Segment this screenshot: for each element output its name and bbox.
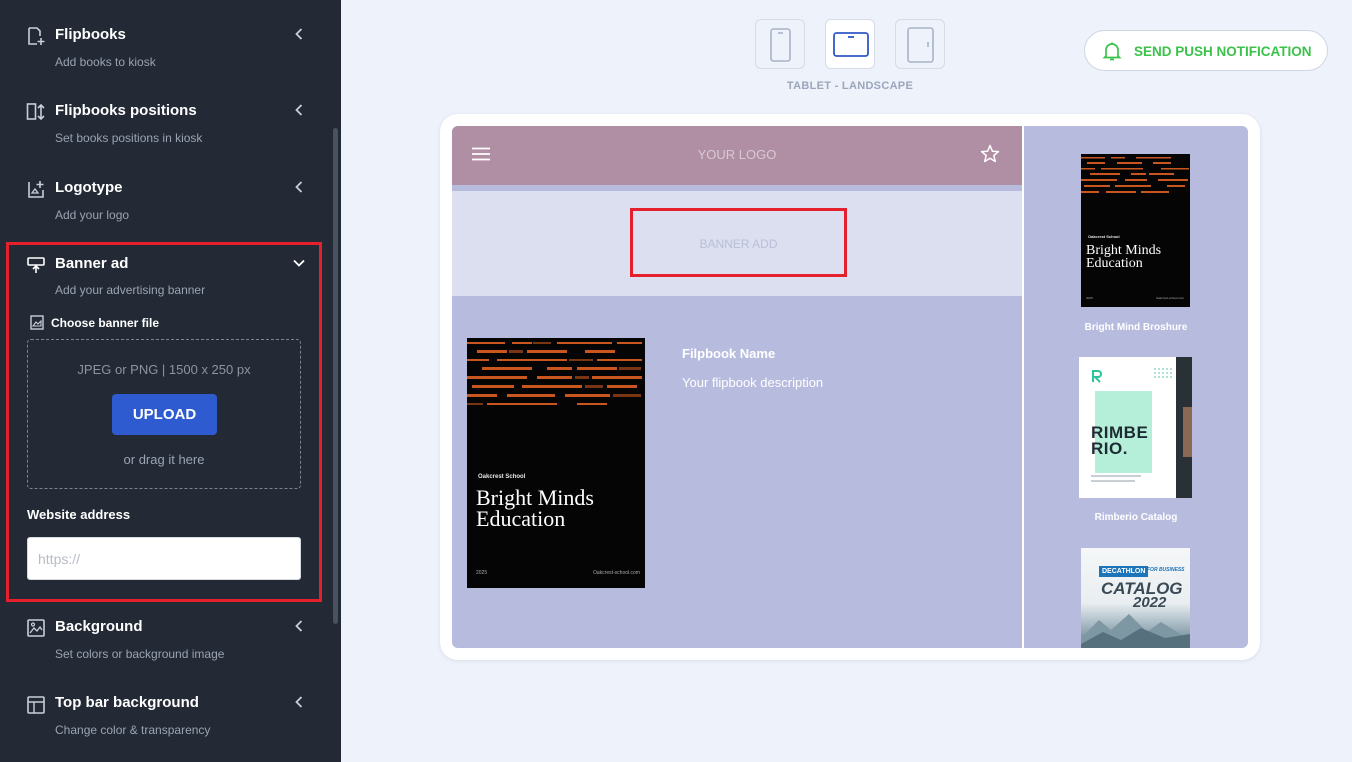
- cover-site: Oakcrest-school.com: [593, 570, 640, 576]
- cover-text-line: [1091, 480, 1135, 482]
- section-logotype[interactable]: Logotype Add your logo: [0, 158, 330, 238]
- cover-site: Oakcrest-school.com: [1156, 296, 1185, 300]
- cover-title-line2: RIO.: [1091, 439, 1128, 458]
- featured-book-cover[interactable]: Oakcrest School Bright Minds Education 2…: [467, 338, 645, 588]
- section-title: Top bar background: [55, 694, 199, 711]
- background-icon: [27, 619, 45, 637]
- settings-sidebar: Flipbooks Add books to kiosk Flipbooks p…: [0, 0, 341, 762]
- preview-top-bar: YOUR LOGO: [452, 126, 1022, 185]
- side-book-cover-3[interactable]: DECATHLON FOR BUSINESS CATALOG 2022: [1081, 548, 1190, 648]
- cover-mountains: [1081, 614, 1190, 648]
- section-title: Logotype: [55, 179, 123, 196]
- website-address-input[interactable]: [27, 537, 301, 580]
- choose-banner-label: Choose banner file: [51, 316, 160, 330]
- section-subtitle: Change color & transparency: [55, 723, 211, 737]
- section-flipbooks-positions[interactable]: Flipbooks positions Set books positions …: [0, 80, 330, 158]
- file-format-hint: JPEG or PNG | 1500 x 250 px: [77, 362, 251, 377]
- send-push-notification-button[interactable]: SEND PUSH NOTIFICATION: [1084, 30, 1328, 71]
- cover-year: 2025: [1086, 296, 1093, 300]
- device-tablet-landscape-button[interactable]: [825, 19, 875, 69]
- side-book-cover-2[interactable]: RIMBE RIO.: [1079, 357, 1192, 498]
- upload-button[interactable]: UPLOAD: [112, 394, 217, 435]
- phone-icon: [770, 28, 791, 62]
- cover-school: Oakcrest School: [1088, 234, 1120, 239]
- cover-dots: [1154, 368, 1172, 378]
- chevron-left-icon[interactable]: [292, 695, 306, 709]
- section-subtitle: Set books positions in kiosk: [55, 131, 203, 145]
- positions-icon: [26, 103, 45, 121]
- drag-hint: or drag it here: [123, 452, 205, 467]
- cover-school: Oakcrest School: [478, 474, 526, 480]
- side-book-cover-1[interactable]: Oakcrest School Bright Minds Education 2…: [1081, 154, 1190, 307]
- chevron-left-icon[interactable]: [292, 180, 306, 194]
- flipbooks-add-icon: [28, 27, 45, 45]
- logotype-icon: [28, 181, 44, 198]
- device-tablet-portrait-button[interactable]: [895, 19, 945, 69]
- cover-photo: [1183, 407, 1192, 457]
- cover-title-line2: Education: [1086, 256, 1143, 271]
- chevron-down-icon[interactable]: [292, 256, 306, 270]
- section-top-bar-background[interactable]: Top bar background Change color & transp…: [0, 680, 330, 762]
- star-icon: [980, 144, 1000, 163]
- top-bar-icon: [27, 696, 45, 714]
- chevron-left-icon[interactable]: [292, 27, 306, 41]
- section-title: Banner ad: [55, 255, 129, 272]
- section-subtitle: Add books to kiosk: [55, 55, 156, 69]
- preview-divider: [1022, 126, 1024, 648]
- device-mode-label: TABLET - LANDSCAPE: [786, 80, 914, 92]
- section-background[interactable]: Background Set colors or background imag…: [0, 602, 330, 680]
- featured-book-name: Filpbook Name: [682, 346, 776, 361]
- bell-icon: [1102, 42, 1122, 61]
- side-book-label-1: Bright Mind Broshure: [1084, 322, 1188, 333]
- website-address-label: Website address: [27, 507, 131, 522]
- kiosk-preview-screen: YOUR LOGO BANNER ADD Oakcrest School Bri…: [452, 126, 1248, 648]
- rimberio-logo-icon: [1092, 370, 1102, 383]
- section-subtitle: Add your logo: [55, 208, 130, 222]
- preview-logo-placeholder: YOUR LOGO: [697, 147, 777, 162]
- cover-text-line: [1091, 475, 1141, 477]
- featured-book-description: Your flipbook description: [682, 375, 824, 390]
- cover-pattern: [1081, 157, 1189, 193]
- cover-tag: FOR BUSINESS: [1147, 567, 1185, 573]
- side-book-label-2: Rimberio Catalog: [1094, 512, 1178, 523]
- section-title: Background: [55, 618, 143, 635]
- banner-ad-icon: [27, 257, 45, 273]
- section-subtitle: Set colors or background image: [55, 647, 225, 661]
- device-phone-button[interactable]: [755, 19, 805, 69]
- cover-brand: DECATHLON: [1099, 566, 1149, 577]
- cover-title-line2: Education: [476, 506, 566, 531]
- section-flipbooks[interactable]: Flipbooks Add books to kiosk: [0, 0, 330, 80]
- tablet-landscape-icon: [833, 32, 869, 57]
- sidebar-scrollbar[interactable]: [333, 128, 338, 624]
- section-title: Flipbooks positions: [55, 102, 197, 119]
- cover-pattern: [467, 342, 642, 405]
- banner-add-text: BANNER ADD: [699, 237, 778, 251]
- banner-add-placeholder: BANNER ADD: [630, 208, 847, 277]
- section-subtitle: Add your advertising banner: [55, 283, 206, 297]
- section-banner-ad[interactable]: Banner ad Add your advertising banner: [0, 245, 330, 301]
- section-title: Flipbooks: [55, 26, 126, 43]
- chevron-left-icon[interactable]: [292, 619, 306, 633]
- image-file-icon: [30, 315, 44, 330]
- banner-dropzone[interactable]: JPEG or PNG | 1500 x 250 px UPLOAD or dr…: [27, 339, 301, 489]
- tablet-portrait-icon: [907, 27, 934, 63]
- cover-year: 2025: [476, 570, 488, 576]
- push-button-label: SEND PUSH NOTIFICATION: [1134, 44, 1312, 59]
- chevron-left-icon[interactable]: [292, 103, 306, 117]
